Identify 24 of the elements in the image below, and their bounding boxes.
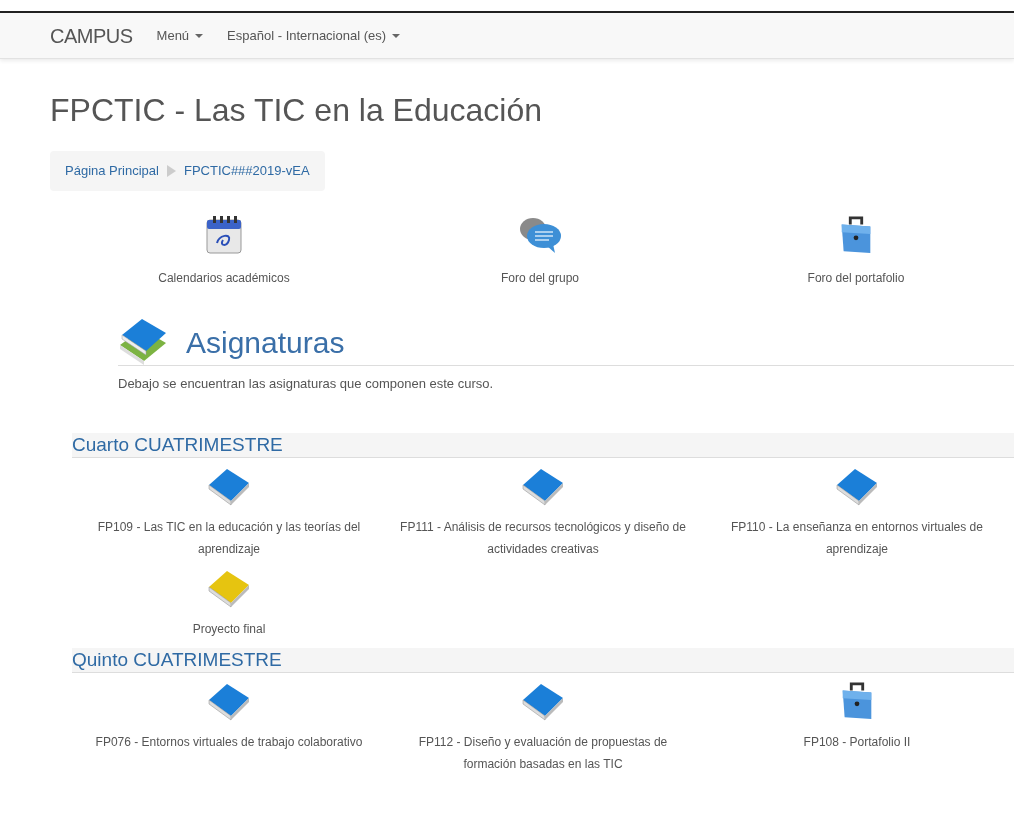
course-link[interactable]: FP076 - Entornos virtuales de trabajo colaborativo <box>80 731 378 754</box>
semester-heading: Cuarto CUATRIMESTRE <box>72 433 1014 459</box>
page-title: FPCTIC - Las TIC en la Educación <box>50 91 544 130</box>
breadcrumb-link[interactable]: Página Principal <box>65 161 159 181</box>
course-link[interactable]: Proyecto final <box>80 618 378 641</box>
course-link[interactable]: FP110 - La enseñanza en entornos virtuales de aprendizaje <box>707 516 1006 561</box>
semester-heading: Quinto CUATRIMESTRE <box>72 648 1014 674</box>
course-link[interactable]: FP112 - Diseño y evaluación de propuestas de formación basadas en las TIC <box>394 731 692 776</box>
shortcut-link[interactable]: Foro del grupo <box>500 270 579 285</box>
shortcut-link[interactable]: Foro del portafolio <box>807 270 905 285</box>
course-link[interactable]: FP111 - Análisis de recursos tecnológicos y diseño de actividades creativas <box>394 516 692 561</box>
course-link[interactable]: FP108 - Portafolio II <box>707 731 1006 754</box>
section-heading: Asignaturas <box>186 324 345 361</box>
breadcrumb-link[interactable]: FPCTIC###2019-vEA <box>183 161 310 181</box>
section-description: Debajo se encuentran las asignaturas que componen este curso. <box>118 374 495 393</box>
dropdown-menu-link[interactable]: Menú <box>156 25 204 46</box>
breadcrumb-separator-icon <box>166 165 176 178</box>
caret-icon <box>392 34 401 39</box>
course-link[interactable]: FP109 - Las TIC en la educación y las teorías del aprendizaje <box>80 516 378 561</box>
calendar-icon <box>205 214 243 255</box>
caret-icon <box>195 34 204 39</box>
dropdown-menu-link[interactable]: Español - Internacional (es) <box>227 25 401 46</box>
shortcut-link[interactable]: Calendarios académicos <box>158 270 290 285</box>
site-brand[interactable]: CAMPUS <box>50 20 133 51</box>
